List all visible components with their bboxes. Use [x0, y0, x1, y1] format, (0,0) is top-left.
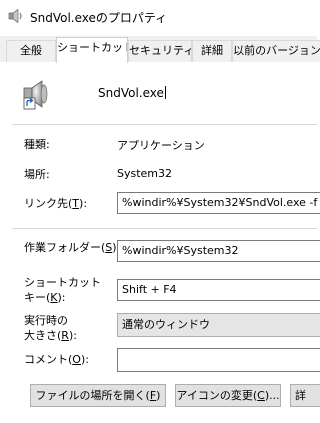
shortcut-panel: SndVol.exe 種類: アプリケーション 場所: System32 リンク…	[0, 62, 320, 423]
target-label: リンク先(T):	[24, 197, 88, 210]
tab-security[interactable]: セキュリティ	[128, 40, 192, 62]
separator	[12, 124, 317, 125]
change-icon-button[interactable]: アイコンの変更(C)...	[175, 384, 281, 407]
shortcut-name[interactable]: SndVol.exe	[98, 86, 166, 100]
tab-details[interactable]: 詳細	[192, 40, 232, 62]
hotkey-label: ショートカット キー(K):	[24, 276, 101, 304]
start-in-label: 作業フォルダー(S):	[24, 241, 120, 254]
window-title: SndVol.exeのプロパティ	[30, 11, 168, 25]
location-label: 場所:	[24, 168, 50, 181]
start-in-field[interactable]: %windir%¥System32	[117, 240, 320, 262]
advanced-button[interactable]: 詳	[290, 384, 320, 407]
title-bar: SndVol.exeのプロパティ	[0, 0, 317, 36]
tab-previous-versions[interactable]: 以前のバージョン	[232, 40, 320, 62]
run-label: 実行時の 大きさ(R):	[24, 314, 77, 342]
tab-general[interactable]: 全般	[6, 40, 56, 62]
tab-shortcut[interactable]: ショートカット	[56, 37, 128, 63]
speaker-icon	[8, 8, 22, 24]
comment-field[interactable]	[117, 348, 320, 372]
speaker-shortcut-icon	[23, 80, 48, 110]
separator	[12, 228, 317, 229]
open-file-location-button[interactable]: ファイルの場所を開く(F)	[30, 384, 166, 407]
location-value: System32	[117, 167, 173, 180]
shortcut-name-text: SndVol.exe	[98, 86, 164, 100]
text-caret	[164, 86, 166, 99]
type-label: 種類:	[24, 138, 50, 151]
tab-strip: 全般 ショートカット セキュリティ 詳細 以前のバージョン	[0, 36, 320, 63]
target-field[interactable]: %windir%¥System32¥SndVol.exe -f 0	[117, 192, 320, 214]
comment-label: コメント(O):	[24, 353, 89, 366]
type-value: アプリケーション	[117, 139, 205, 152]
run-select[interactable]: 通常のウィンドウ	[117, 313, 320, 337]
hotkey-field[interactable]: Shift + F4	[117, 279, 320, 301]
